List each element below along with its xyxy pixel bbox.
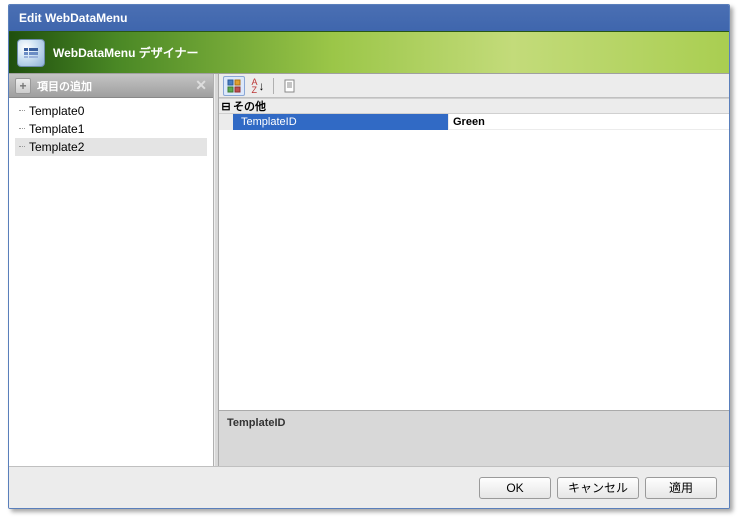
collapse-icon[interactable]: ⊟ [219,100,233,113]
add-item-label: 項目の追加 [37,78,92,94]
category-row[interactable]: ⊟ その他 [219,98,729,114]
plus-icon: + [15,78,31,94]
titlebar-title: Edit WebDataMenu [19,11,127,25]
banner-title: WebDataMenu デザイナー [53,44,199,61]
tree-item[interactable]: Template0 [15,102,207,120]
categorized-icon [227,79,241,93]
right-panel: AZ↓ ⊟ その他 [219,74,729,466]
toolbar-separator [273,78,274,94]
page-icon [282,79,296,93]
titlebar[interactable]: Edit WebDataMenu [9,5,729,31]
tree-item[interactable]: Template1 [15,120,207,138]
description-pane: TemplateID [219,410,729,466]
close-icon[interactable]: ✕ [195,77,207,94]
footer: OK キャンセル 適用 [9,466,729,508]
sort-az-icon: AZ↓ [251,78,264,94]
apply-button[interactable]: 適用 [645,477,717,499]
property-pages-button[interactable] [278,76,300,96]
property-row[interactable]: TemplateID Green [219,114,729,130]
description-title: TemplateID [227,417,285,429]
category-label: その他 [233,98,266,114]
tree-item[interactable]: Template2 [15,138,207,156]
alphabetical-button[interactable]: AZ↓ [247,76,269,96]
property-name[interactable]: TemplateID [233,114,449,130]
webdatamenu-icon [17,39,45,67]
body: + 項目の追加 ✕ Template0 Template1 Template2 [9,73,729,466]
cancel-button[interactable]: キャンセル [557,477,639,499]
dialog: Edit WebDataMenu WebDataMenu デザイナー + 項目の… [8,4,730,509]
banner: WebDataMenu デザイナー [9,31,729,73]
propgrid-toolbar: AZ↓ [219,74,729,98]
left-panel: + 項目の追加 ✕ Template0 Template1 Template2 [9,74,214,466]
property-value[interactable]: Green [449,114,729,130]
ok-button[interactable]: OK [479,477,551,499]
categorized-button[interactable] [223,76,245,96]
template-tree[interactable]: Template0 Template1 Template2 [9,98,213,466]
add-item-bar[interactable]: + 項目の追加 ✕ [9,74,213,98]
row-gutter [219,114,233,130]
property-grid[interactable]: ⊟ その他 TemplateID Green [219,98,729,410]
